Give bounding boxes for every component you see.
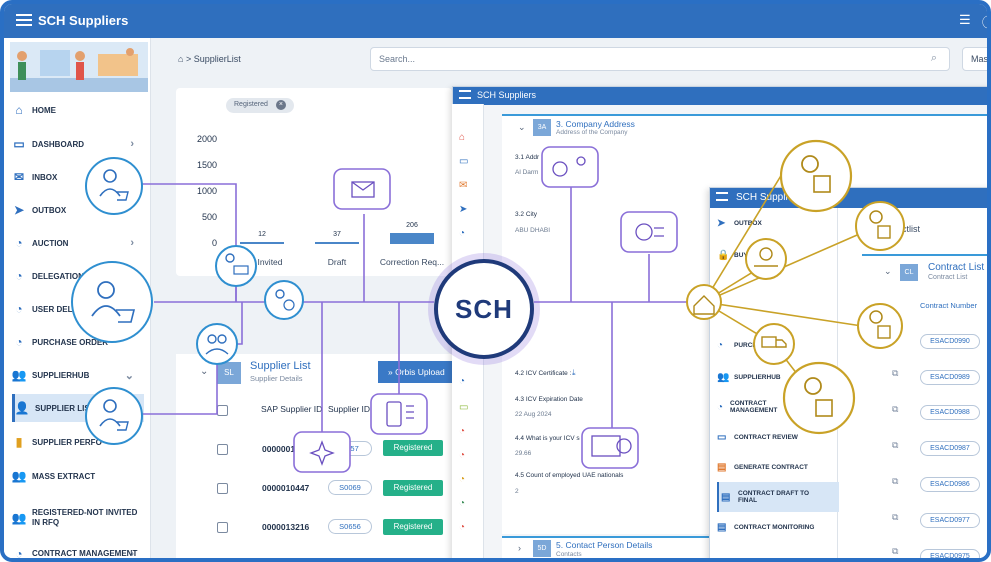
gear-network-icon [620,211,678,253]
supplier-box-icon [855,201,905,251]
warehouse-icon [686,284,722,320]
sparkle-icon [293,431,351,473]
buyer-cart-icon [85,157,143,215]
group-icon [196,323,238,365]
team-boxes-icon [215,245,257,287]
buyer-cart-icon [71,261,153,343]
delivery-truck-icon [753,323,795,365]
buyer-cart-icon [85,387,143,445]
chat-network-icon [541,146,599,188]
mobile-keypad-icon [370,393,428,435]
person-money-icon [264,280,304,320]
supplier-box-icon [782,361,856,435]
sch-hub-logo: SCH [434,259,534,359]
email-settings-icon [333,168,391,210]
app-frame: SCH Suppliers ☰ ⓘ ⌂HOME ▭DASHBOARD› ✉INB… [0,0,991,562]
supplier-box-icon [857,303,903,349]
gear-conveyor-icon [745,238,787,280]
supplier-box-icon [779,139,853,213]
hub-label: SCH [455,293,513,324]
card-reader-icon [581,427,639,469]
